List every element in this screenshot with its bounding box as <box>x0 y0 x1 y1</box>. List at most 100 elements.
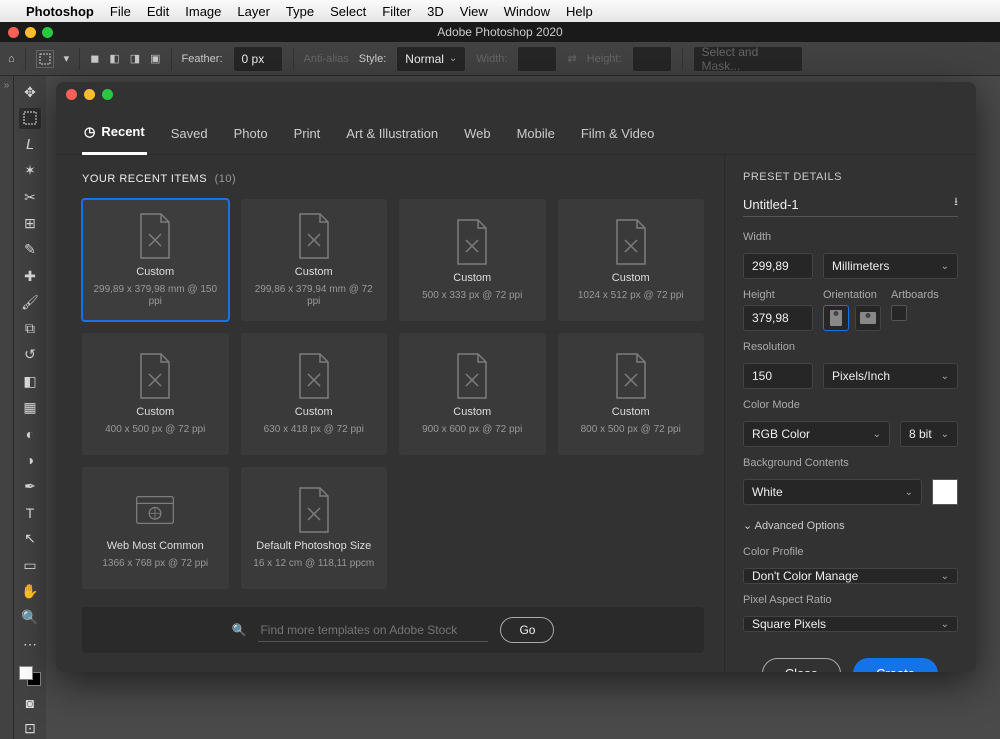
type-tool-icon[interactable]: T <box>19 503 41 523</box>
history-brush-tool-icon[interactable]: ↺ <box>19 345 41 365</box>
preset-card[interactable]: Custom900 x 600 px @ 72 ppi <box>399 333 546 455</box>
clone-stamp-tool-icon[interactable]: ⧉ <box>19 319 41 339</box>
frame-tool-icon[interactable]: ⊞ <box>19 213 41 233</box>
menu-select[interactable]: Select <box>330 4 366 19</box>
selection-add-icon[interactable]: ◧ <box>109 52 119 65</box>
colormode-select[interactable]: RGB Color⌄ <box>743 421 890 447</box>
tools-panel: ✥ 𝘓 ✶ ✂ ⊞ ✎ ✚ 🖌 ⧉ ↺ ◧ ▦ ◐ ◑ ✒ T ↖ ▭ ✋ 🔍 … <box>14 76 46 739</box>
preset-card[interactable]: Web Most Common1366 x 768 px @ 72 ppi <box>82 467 229 589</box>
magic-wand-tool-icon[interactable]: ✶ <box>19 161 41 181</box>
tab-film[interactable]: Film & Video <box>579 118 656 153</box>
preset-name-input[interactable] <box>743 197 944 212</box>
color-swatches[interactable] <box>19 666 41 686</box>
dialog-minimize-icon[interactable] <box>84 89 95 100</box>
close-button[interactable]: Close <box>762 658 841 672</box>
tab-mobile[interactable]: Mobile <box>515 118 557 153</box>
eyedropper-tool-icon[interactable]: ✎ <box>19 240 41 260</box>
height-input[interactable] <box>752 311 804 325</box>
gradient-tool-icon[interactable]: ▦ <box>19 397 41 417</box>
blur-tool-icon[interactable]: ◐ <box>19 424 41 444</box>
move-tool-icon[interactable]: ✥ <box>19 82 41 102</box>
marquee-tool-icon[interactable] <box>36 50 54 68</box>
resolution-unit-select[interactable]: Pixels/Inch⌄ <box>823 363 958 389</box>
preset-card-subtitle: 16 x 12 cm @ 118,11 ppcm <box>253 558 374 570</box>
bg-color-swatch[interactable] <box>932 479 958 505</box>
menu-type[interactable]: Type <box>286 4 314 19</box>
window-minimize-icon[interactable] <box>25 27 36 38</box>
hand-tool-icon[interactable]: ✋ <box>19 581 41 601</box>
selection-new-icon[interactable]: ◼ <box>90 52 99 65</box>
healing-brush-tool-icon[interactable]: ✚ <box>19 266 41 286</box>
preset-card-subtitle: 900 x 600 px @ 72 ppi <box>422 424 522 436</box>
menu-view[interactable]: View <box>460 4 488 19</box>
panel-expander[interactable]: » <box>0 76 14 739</box>
tab-photo[interactable]: Photo <box>232 118 270 153</box>
preset-card[interactable]: Custom500 x 333 px @ 72 ppi <box>399 199 546 321</box>
options-bar: ⌂ ▾ ◼ ◧ ◨ ▣ Feather: Anti-alias Style: N… <box>0 42 1000 76</box>
edit-toolbar-icon[interactable]: ⋯ <box>19 634 41 654</box>
resolution-input[interactable] <box>752 369 804 383</box>
preset-card[interactable]: Custom299,89 x 379,98 mm @ 150 ppi <box>82 199 229 321</box>
width-input[interactable] <box>752 259 804 273</box>
path-selection-tool-icon[interactable]: ↖ <box>19 529 41 549</box>
shape-tool-icon[interactable]: ▭ <box>19 555 41 575</box>
zoom-tool-icon[interactable]: 🔍 <box>19 608 41 628</box>
preset-card[interactable]: Custom400 x 500 px @ 72 ppi <box>82 333 229 455</box>
width-unit-select[interactable]: Millimeters⌄ <box>823 253 958 279</box>
preset-card[interactable]: Custom800 x 500 px @ 72 ppi <box>558 333 705 455</box>
menu-app[interactable]: Photoshop <box>26 4 94 19</box>
menu-window[interactable]: Window <box>504 4 550 19</box>
preset-card[interactable]: Custom630 x 418 px @ 72 ppi <box>241 333 388 455</box>
menu-image[interactable]: Image <box>185 4 221 19</box>
create-button[interactable]: Create <box>853 658 938 672</box>
tab-art[interactable]: Art & Illustration <box>344 118 440 153</box>
tab-recent[interactable]: ◷Recent <box>82 116 147 155</box>
window-zoom-icon[interactable] <box>42 27 53 38</box>
menu-edit[interactable]: Edit <box>147 4 169 19</box>
save-preset-icon[interactable]: ⭳ <box>954 193 958 212</box>
menu-help[interactable]: Help <box>566 4 593 19</box>
style-select[interactable]: Normal⌄ <box>396 46 466 72</box>
selection-intersect-icon[interactable]: ▣ <box>150 52 160 65</box>
selection-subtract-icon[interactable]: ◨ <box>130 52 140 65</box>
orientation-portrait-button[interactable] <box>823 305 849 331</box>
dialog-close-icon[interactable] <box>66 89 77 100</box>
tab-web[interactable]: Web <box>462 118 493 153</box>
tab-saved[interactable]: Saved <box>169 118 210 153</box>
preset-card-subtitle: 500 x 333 px @ 72 ppi <box>422 290 522 302</box>
select-and-mask-button[interactable]: Select and Mask... <box>693 46 803 72</box>
preset-card[interactable]: Default Photoshop Size16 x 12 cm @ 118,1… <box>241 467 388 589</box>
height-label: Height <box>743 289 813 301</box>
quick-mask-icon[interactable]: ◙ <box>19 692 41 712</box>
preset-card[interactable]: Custom1024 x 512 px @ 72 ppi <box>558 199 705 321</box>
menu-layer[interactable]: Layer <box>237 4 270 19</box>
brush-tool-icon[interactable]: 🖌 <box>19 292 41 312</box>
artboards-checkbox[interactable] <box>891 305 907 321</box>
stock-search-input[interactable] <box>258 619 488 642</box>
pixel-aspect-select[interactable]: Square Pixels⌄ <box>743 616 958 632</box>
dodge-tool-icon[interactable]: ◑ <box>19 450 41 470</box>
go-button[interactable]: Go <box>500 617 554 643</box>
orientation-landscape-button[interactable] <box>855 305 881 331</box>
advanced-options-toggle[interactable]: Advanced Options <box>743 515 958 536</box>
dialog-zoom-icon[interactable] <box>102 89 113 100</box>
crop-tool-icon[interactable]: ✂ <box>19 187 41 207</box>
tab-print[interactable]: Print <box>292 118 323 153</box>
menu-3d[interactable]: 3D <box>427 4 444 19</box>
menu-filter[interactable]: Filter <box>382 4 411 19</box>
feather-input[interactable] <box>242 49 274 69</box>
preset-card[interactable]: Custom299,86 x 379,94 mm @ 72 ppi <box>241 199 388 321</box>
window-close-icon[interactable] <box>8 27 19 38</box>
preset-card-subtitle: 400 x 500 px @ 72 ppi <box>105 424 205 436</box>
eraser-tool-icon[interactable]: ◧ <box>19 371 41 391</box>
preset-card-title: Web Most Common <box>107 540 204 552</box>
bitdepth-select[interactable]: 8 bit⌄ <box>900 421 958 447</box>
screen-mode-icon[interactable]: ⊡ <box>19 719 41 739</box>
lasso-tool-icon[interactable]: 𝘓 <box>19 135 41 155</box>
bg-select[interactable]: White⌄ <box>743 479 922 505</box>
color-profile-select[interactable]: Don't Color Manage⌄ <box>743 568 958 584</box>
menu-file[interactable]: File <box>110 4 131 19</box>
pen-tool-icon[interactable]: ✒ <box>19 476 41 496</box>
marquee-tool-icon[interactable] <box>19 108 41 128</box>
home-icon[interactable]: ⌂ <box>8 53 15 65</box>
